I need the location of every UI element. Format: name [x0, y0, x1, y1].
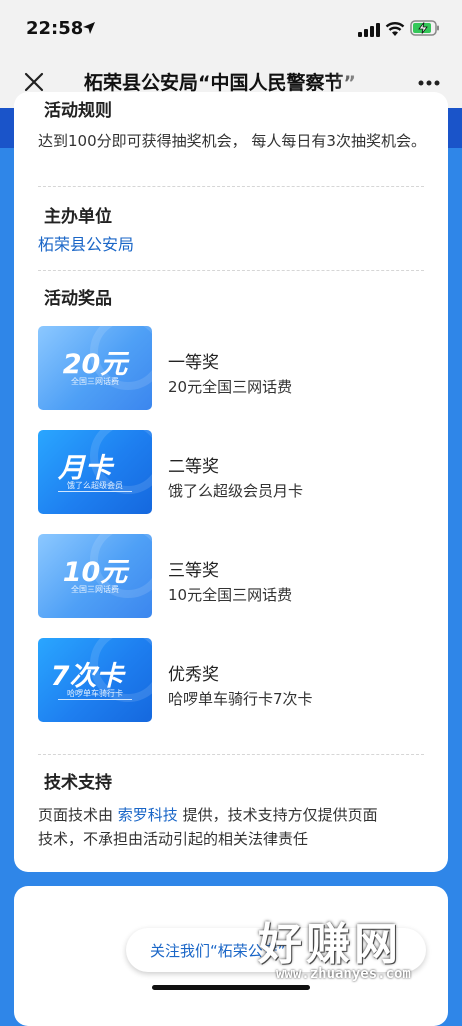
prizes-heading: 活动奖品 — [38, 284, 118, 312]
prize-name-second: 二等奖 — [168, 457, 219, 477]
tech-text-line1: 页面技术由 索罗科技 提供，技术支持方仅提供页面 — [38, 804, 378, 826]
prize-image-first: 20元 全国三网话费 — [38, 326, 152, 410]
more-options-icon[interactable] — [418, 80, 440, 86]
prize-image-sub: 哈啰单车骑行卡 — [67, 689, 123, 698]
prize-desc-third: 10元全国三网话费 — [168, 586, 293, 604]
prize-image-sub: 饿了么超级会员 — [67, 481, 123, 490]
prize-desc-fourth: 哈啰单车骑行卡7次卡 — [168, 690, 313, 708]
watermark-url: www.zhuanyes.com — [276, 966, 411, 982]
prize-image-second: 月卡 饿了么超级会员 — [38, 430, 152, 514]
battery-charging-icon — [410, 20, 439, 36]
prize-image-sub: 全国三网话费 — [71, 377, 119, 386]
prize-desc-second: 饿了么超级会员月卡 — [168, 482, 304, 500]
divider — [38, 270, 424, 271]
rules-heading: 活动规则 — [38, 96, 118, 124]
location-arrow-icon — [83, 22, 95, 34]
status-bar: 22:58 — [0, 0, 462, 56]
tech-company-link[interactable]: 索罗科技 — [118, 806, 178, 824]
prize-name-third: 三等奖 — [168, 561, 219, 581]
divider — [38, 754, 424, 755]
tech-heading: 技术支持 — [38, 768, 118, 796]
prize-image-sub: 全国三网话费 — [71, 585, 119, 594]
page-title: 柘荣县公安局“中国人民警察节” — [84, 72, 356, 94]
watermark-text: 好赚网 — [258, 919, 402, 970]
divider — [38, 186, 424, 187]
prize-name-fourth: 优秀奖 — [168, 665, 219, 685]
prize-image-rule — [58, 491, 132, 492]
close-icon[interactable] — [22, 70, 46, 94]
watermark: 好赚网 www.zhuanyes.com — [258, 908, 454, 992]
prize-image-third: 10元 全国三网话费 — [38, 534, 152, 618]
organizer-heading: 主办单位 — [38, 202, 118, 230]
prize-image-fourth: 7次卡 哈啰单车骑行卡 — [38, 638, 152, 722]
wifi-icon — [385, 22, 405, 36]
rules-text: 达到100分即可获得抽奖机会， 每人每日有3次抽奖机会。 — [38, 132, 426, 150]
prize-name-first: 一等奖 — [168, 353, 219, 373]
status-time: 22:58 — [26, 18, 84, 39]
prize-image-rule — [58, 699, 132, 700]
tech-suffix: 提供，技术支持方仅提供页面 — [182, 806, 378, 824]
tech-prefix: 页面技术由 — [38, 806, 114, 824]
home-indicator[interactable] — [152, 985, 310, 990]
cellular-signal-icon — [358, 23, 380, 37]
prize-desc-first: 20元全国三网话费 — [168, 378, 293, 396]
tech-text-line2: 技术，不承担由活动引起的相关法律责任 — [38, 830, 309, 848]
organizer-link[interactable]: 柘荣县公安局 — [38, 234, 134, 256]
